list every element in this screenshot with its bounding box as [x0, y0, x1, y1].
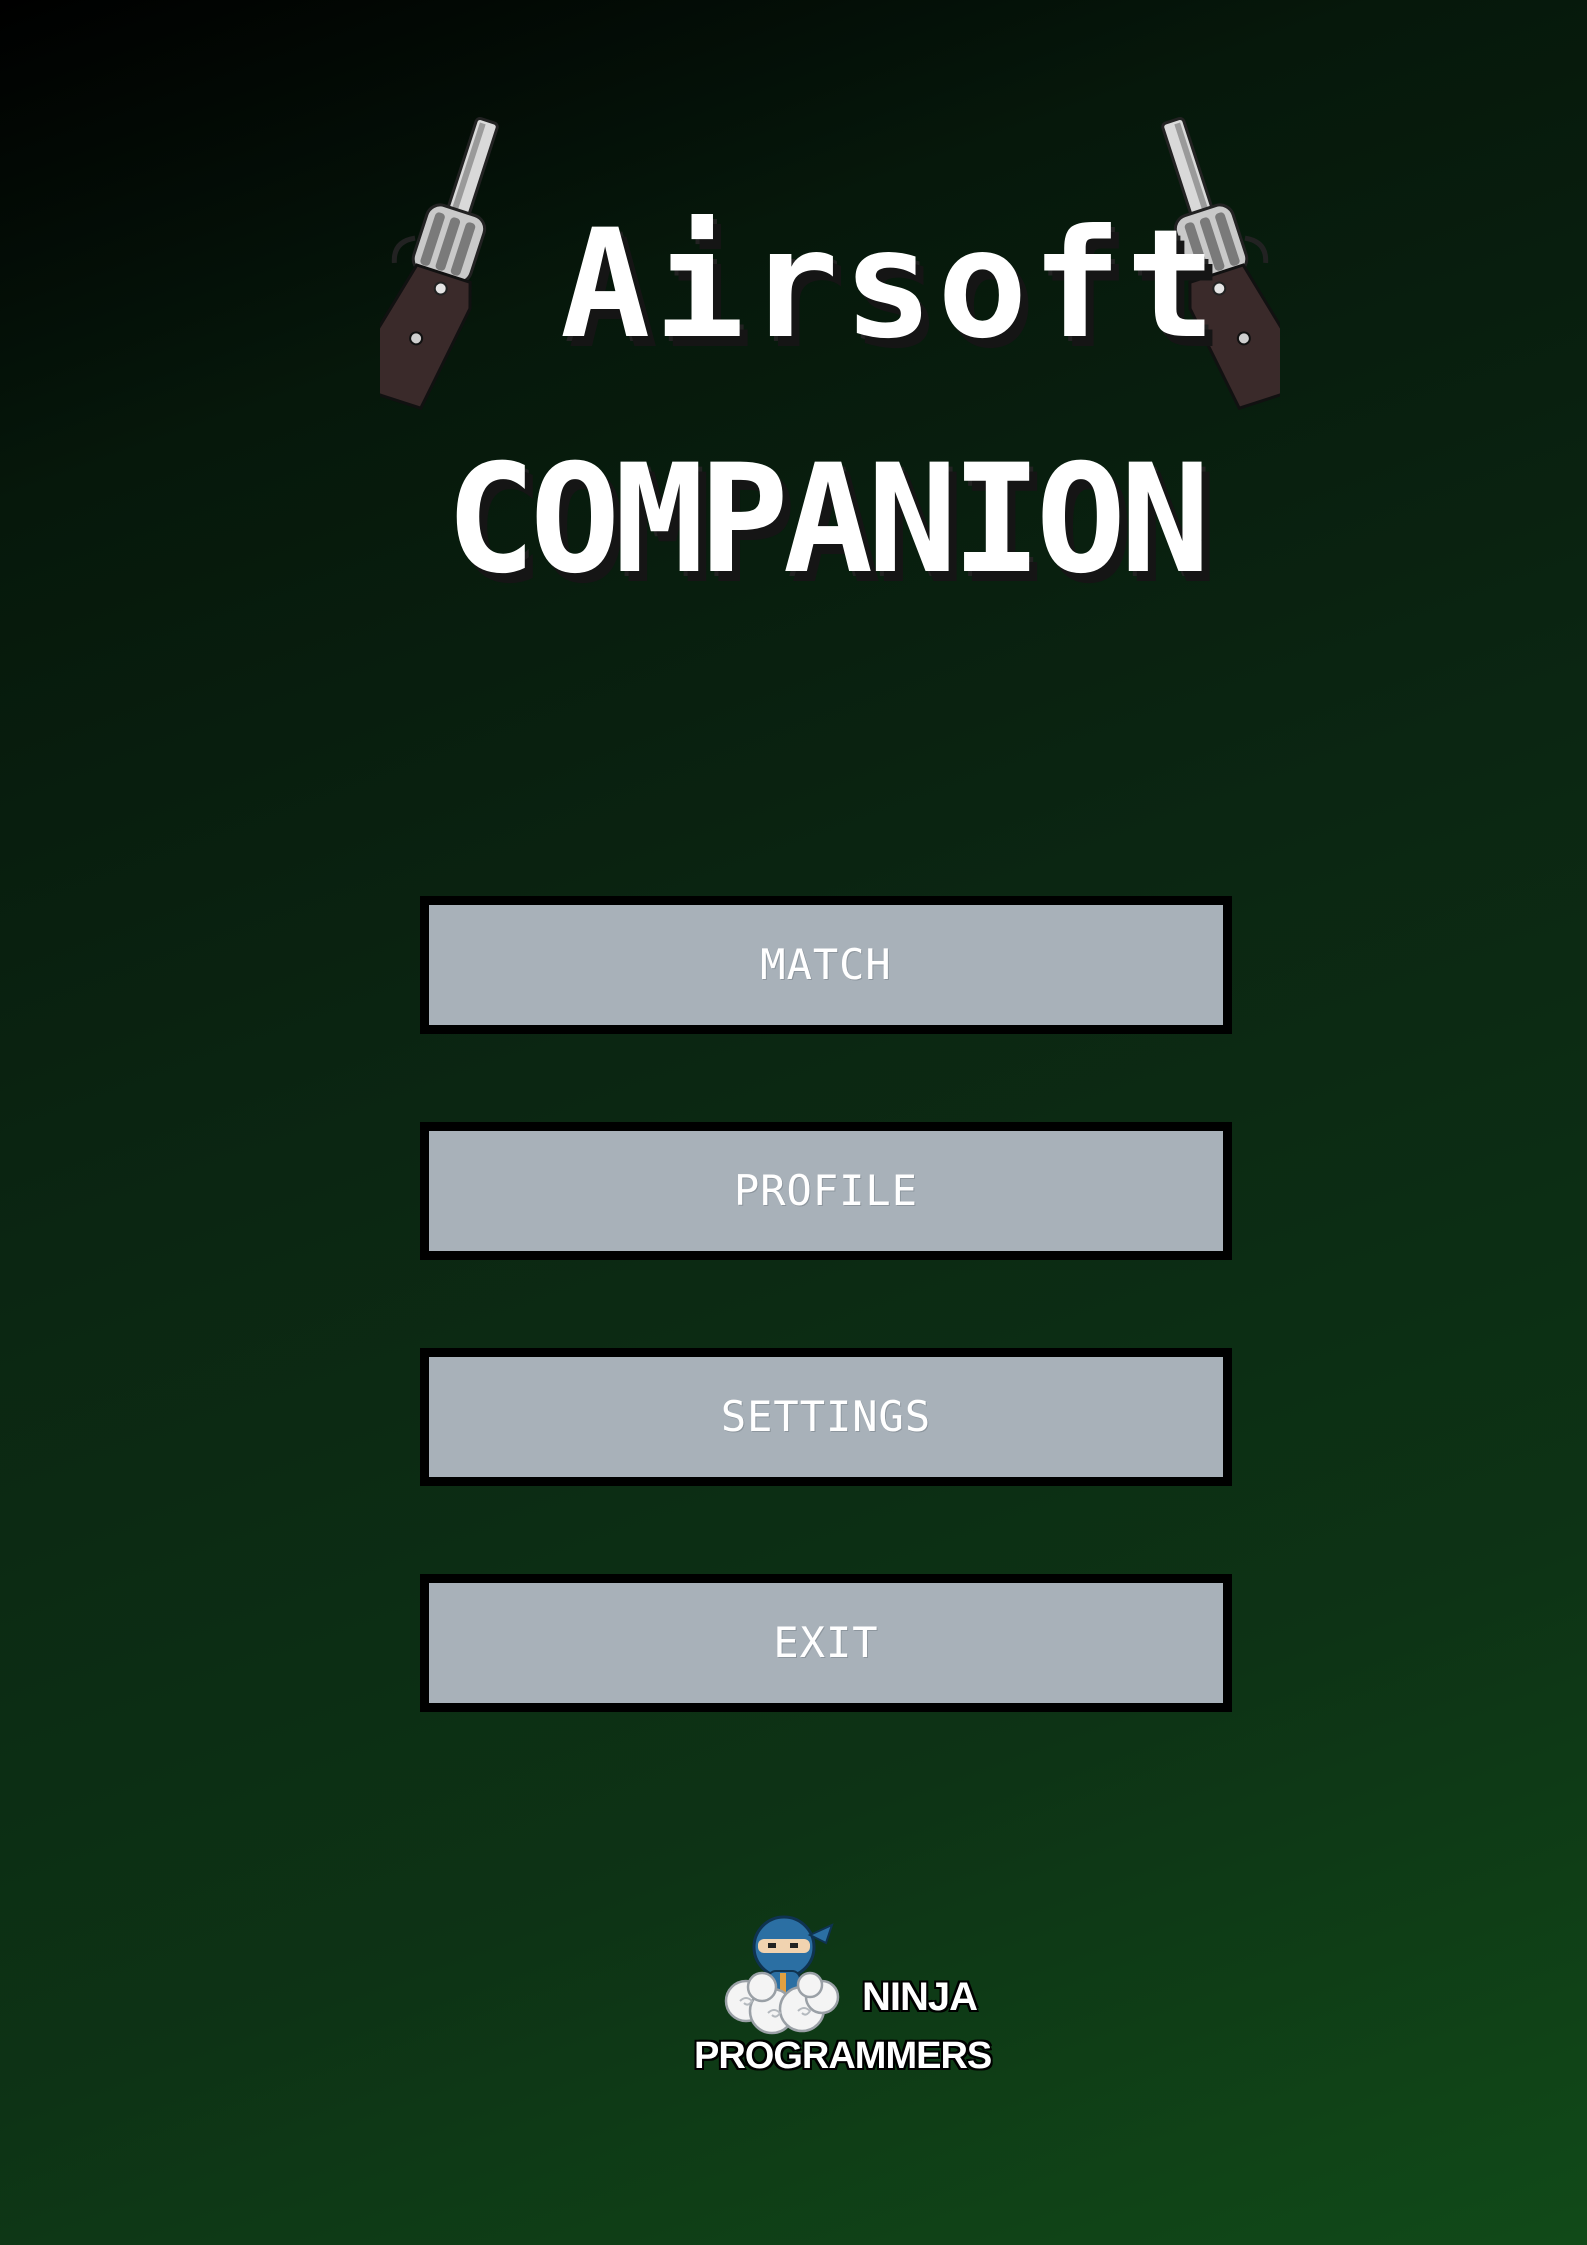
main-menu: MATCH PROFILE SETTINGS EXIT: [420, 896, 1232, 1800]
app-title: Airsoft: [560, 198, 1221, 372]
revolver-icon: [380, 117, 499, 410]
exit-button[interactable]: EXIT: [420, 1574, 1232, 1712]
main-menu-screen: Airsoft COMPANION MATCH PROFILE SETTINGS…: [0, 0, 1587, 2245]
brand-name-line-2: PROGRAMMERS: [694, 2035, 992, 2077]
ninja-on-cloud-icon: [724, 1915, 840, 2035]
brand-name-line-1: NINJA: [862, 1975, 978, 2019]
match-button[interactable]: MATCH: [420, 896, 1232, 1034]
profile-button[interactable]: PROFILE: [420, 1122, 1232, 1260]
developer-logo: NINJA PROGRAMMERS: [690, 1905, 992, 2085]
app-subtitle: COMPANION: [445, 433, 1211, 607]
settings-button[interactable]: SETTINGS: [420, 1348, 1232, 1486]
